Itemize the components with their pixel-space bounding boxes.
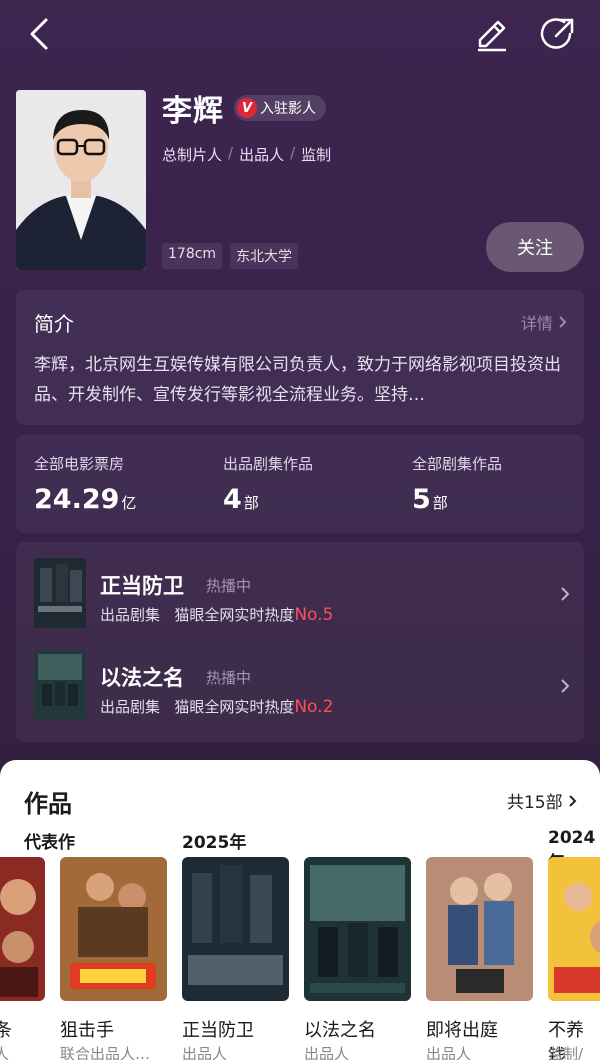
- chevron-right-icon: [561, 679, 570, 693]
- badge-label: 入驻影人: [260, 101, 316, 117]
- section-representative: 代表作: [24, 833, 75, 853]
- stat-produced-series[interactable]: 出品剧集作品 4部: [223, 453, 313, 515]
- height-tag: 178cm: [162, 243, 223, 269]
- section-2025: 2025年: [182, 833, 247, 853]
- drama-poster: [34, 558, 86, 628]
- work-poster[interactable]: [60, 857, 167, 1001]
- follow-button[interactable]: 关注: [486, 222, 584, 272]
- rank-value: No.2: [294, 697, 334, 717]
- work-role: 监制/: [548, 1045, 584, 1060]
- role-separator: /: [228, 144, 234, 162]
- work-role: 联合出品人…: [60, 1045, 151, 1060]
- work-role: 出品人: [304, 1045, 350, 1060]
- stat-box-office[interactable]: 全部电影票房 24.29 亿: [34, 453, 136, 515]
- works-title: 作品: [24, 790, 72, 818]
- works-count-link[interactable]: 共15部: [507, 788, 578, 813]
- roles-line: 总制片人 / 出品人 / 监制: [162, 144, 331, 165]
- intro-text: 李辉，北京网生互娱传媒有限公司负责人，致力于网络影视项目投资出品、开发制作、宣传…: [34, 355, 561, 405]
- work-role: 人: [0, 1045, 10, 1060]
- top-nav: [0, 14, 600, 58]
- work-poster[interactable]: [548, 857, 600, 1001]
- drama-info: 出品剧集 猫眼全网实时热度No.5: [100, 604, 333, 625]
- work-title: 即将出庭: [426, 1020, 498, 1041]
- drama-status: 热播中: [206, 669, 252, 687]
- person-name: 李辉: [162, 94, 224, 129]
- hot-dramas-card: 正当防卫 热播中 出品剧集 猫眼全网实时热度No.5 以法之名 热播中 出品剧集…: [16, 542, 584, 742]
- drama-item[interactable]: 以法之名 热播中 出品剧集 猫眼全网实时热度No.2: [16, 634, 584, 726]
- drama-poster: [34, 650, 86, 720]
- intro-card[interactable]: 简介 详情 李辉，北京网生互娱传媒有限公司负责人，致力于网络影视项目投资出品、开…: [16, 290, 584, 425]
- verified-v-icon: V: [237, 98, 257, 118]
- intro-title: 简介: [34, 312, 74, 336]
- edit-icon[interactable]: [470, 14, 514, 58]
- tags: 178cm 东北大学: [162, 243, 299, 269]
- work-poster[interactable]: [426, 857, 533, 1001]
- stat-all-series[interactable]: 全部剧集作品 5部: [412, 453, 502, 515]
- stat-value: 4: [223, 484, 242, 515]
- work-poster[interactable]: [0, 857, 45, 1001]
- role: 总制片人: [162, 146, 223, 164]
- stat-unit: 部: [243, 494, 259, 512]
- drama-item[interactable]: 正当防卫 热播中 出品剧集 猫眼全网实时热度No.5: [16, 542, 584, 634]
- rank-value: No.5: [294, 605, 334, 625]
- works-count: 共15部: [506, 793, 563, 813]
- role: 出品人: [239, 146, 285, 164]
- work-title: 正当防卫: [182, 1020, 254, 1041]
- work-role: 出品人: [182, 1045, 228, 1060]
- intro-more-link[interactable]: 详情: [521, 310, 568, 334]
- work-title: 狙击手: [60, 1020, 114, 1041]
- avatar: [16, 90, 146, 270]
- rank-label: 猫眼全网实时热度: [174, 606, 295, 624]
- work-poster[interactable]: [182, 857, 289, 1001]
- back-icon[interactable]: [18, 14, 62, 58]
- stat-value: 24.29: [34, 484, 120, 515]
- stat-unit: 部: [432, 494, 448, 512]
- stat-label: 全部电影票房: [34, 455, 125, 473]
- stat-label: 全部剧集作品: [412, 455, 503, 473]
- stat-unit: 亿: [121, 494, 137, 512]
- intro-more-label: 详情: [520, 314, 553, 333]
- chevron-right-icon: [559, 316, 567, 328]
- stat-label: 出品剧集作品: [223, 455, 314, 473]
- drama-title: 正当防卫: [100, 574, 184, 598]
- rank-label: 猫眼全网实时热度: [174, 698, 295, 716]
- drama-type: 出品剧集: [100, 606, 161, 624]
- role: 监制: [301, 146, 332, 164]
- stat-value: 5: [412, 484, 431, 515]
- work-title: 条: [0, 1020, 12, 1041]
- school-tag: 东北大学: [230, 243, 299, 269]
- drama-type: 出品剧集: [100, 698, 161, 716]
- chevron-right-icon: [561, 587, 570, 601]
- work-role: 出品人: [426, 1045, 472, 1060]
- work-title: 以法之名: [304, 1020, 376, 1041]
- role-separator: /: [290, 144, 296, 162]
- verified-badge: V 入驻影人: [234, 95, 326, 121]
- drama-info: 出品剧集 猫眼全网实时热度No.2: [100, 696, 333, 717]
- drama-title: 以法之名: [100, 666, 184, 690]
- name-row: 李辉 V 入驻影人: [162, 88, 326, 129]
- work-poster[interactable]: [304, 857, 411, 1001]
- stats-card: 全部电影票房 24.29 亿 出品剧集作品 4部 全部剧集作品 5部: [16, 435, 584, 533]
- chevron-right-icon: [569, 795, 577, 807]
- works-panel: 作品 共15部 代表作 2025年 2024年 条 人 狙击手 联合出品人… 正…: [0, 760, 600, 1060]
- share-icon[interactable]: [534, 14, 578, 58]
- drama-status: 热播中: [206, 577, 252, 595]
